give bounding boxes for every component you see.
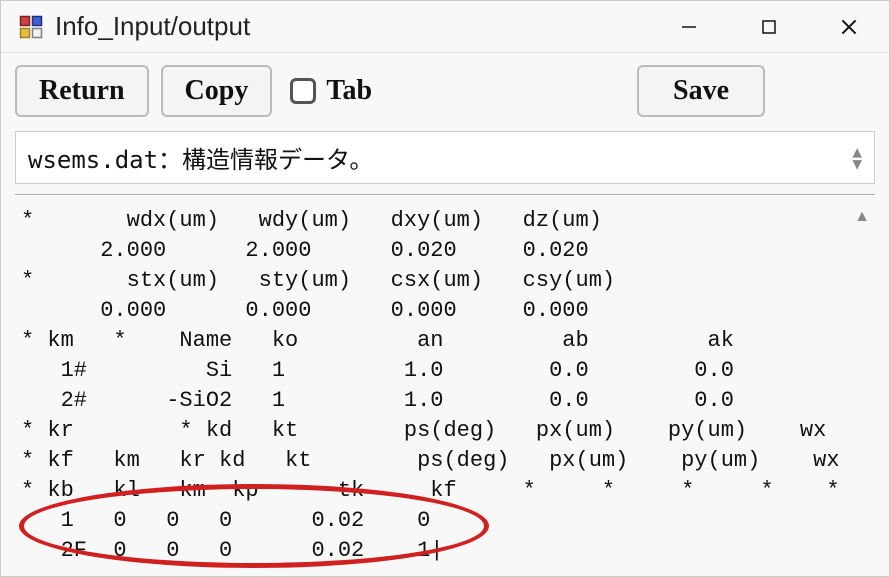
return-button[interactable]: Return	[15, 65, 149, 117]
maximize-button[interactable]	[729, 1, 809, 53]
file-header-field[interactable]: wsems.dat：構造情報データ。 ▲▼	[15, 131, 875, 184]
titlebar: Info_Input/output	[1, 1, 889, 53]
file-header-text: wsems.dat：構造情報データ。	[28, 140, 373, 175]
tab-checkbox[interactable]	[290, 78, 316, 104]
spinner-arrows-icon[interactable]: ▲▼	[852, 146, 862, 170]
window-title: Info_Input/output	[55, 11, 649, 42]
app-icon	[19, 15, 43, 39]
tab-checkbox-wrap: Tab	[290, 75, 372, 107]
app-window: Info_Input/output Return Copy Tab Save w…	[0, 0, 890, 577]
copy-button[interactable]: Copy	[161, 65, 273, 117]
minimize-button[interactable]	[649, 1, 729, 53]
scroll-up-arrow-icon[interactable]: ▲	[849, 202, 875, 576]
toolbar: Return Copy Tab Save	[1, 53, 889, 127]
data-text[interactable]: * wdx(um) wdy(um) dxy(um) dz(um) 2.000 2…	[15, 202, 849, 576]
save-button[interactable]: Save	[637, 65, 765, 117]
divider	[15, 194, 875, 196]
tab-label: Tab	[326, 75, 372, 107]
content-area: * wdx(um) wdy(um) dxy(um) dz(um) 2.000 2…	[15, 202, 875, 576]
close-button[interactable]	[809, 1, 889, 53]
